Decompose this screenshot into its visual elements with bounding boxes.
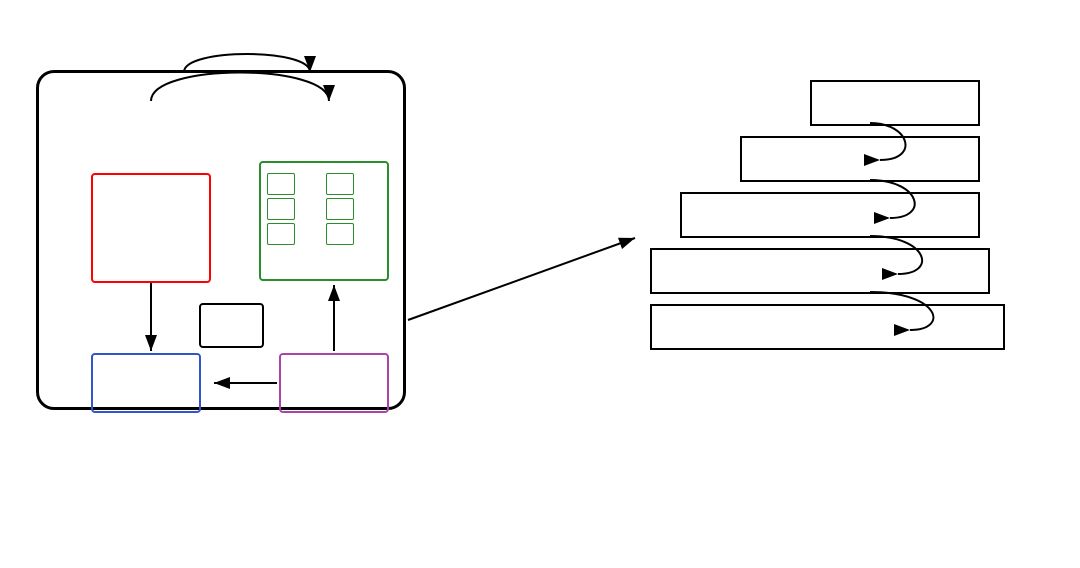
register-grid [267,173,381,245]
cpu-diagram-box [36,70,406,410]
memory-hierarchy [650,80,1010,480]
reg-cell-5 [267,223,295,245]
reg-cell-3 [267,198,295,220]
hier-memory-block [680,192,980,238]
reg-cell-6 [326,223,354,245]
prefetch-box [279,353,389,413]
hier-disk-block [650,248,990,294]
mmu-box [199,303,264,348]
hier-register-block [810,80,980,126]
reg-cell-1 [267,173,295,195]
reg-cell-4 [326,198,354,220]
register-stack-box [259,161,389,281]
hier-network-block [650,304,1005,350]
reg-cell-2 [326,173,354,195]
hier-cache-block [740,136,980,182]
decoder-box [91,353,201,413]
alu-box [91,173,211,283]
